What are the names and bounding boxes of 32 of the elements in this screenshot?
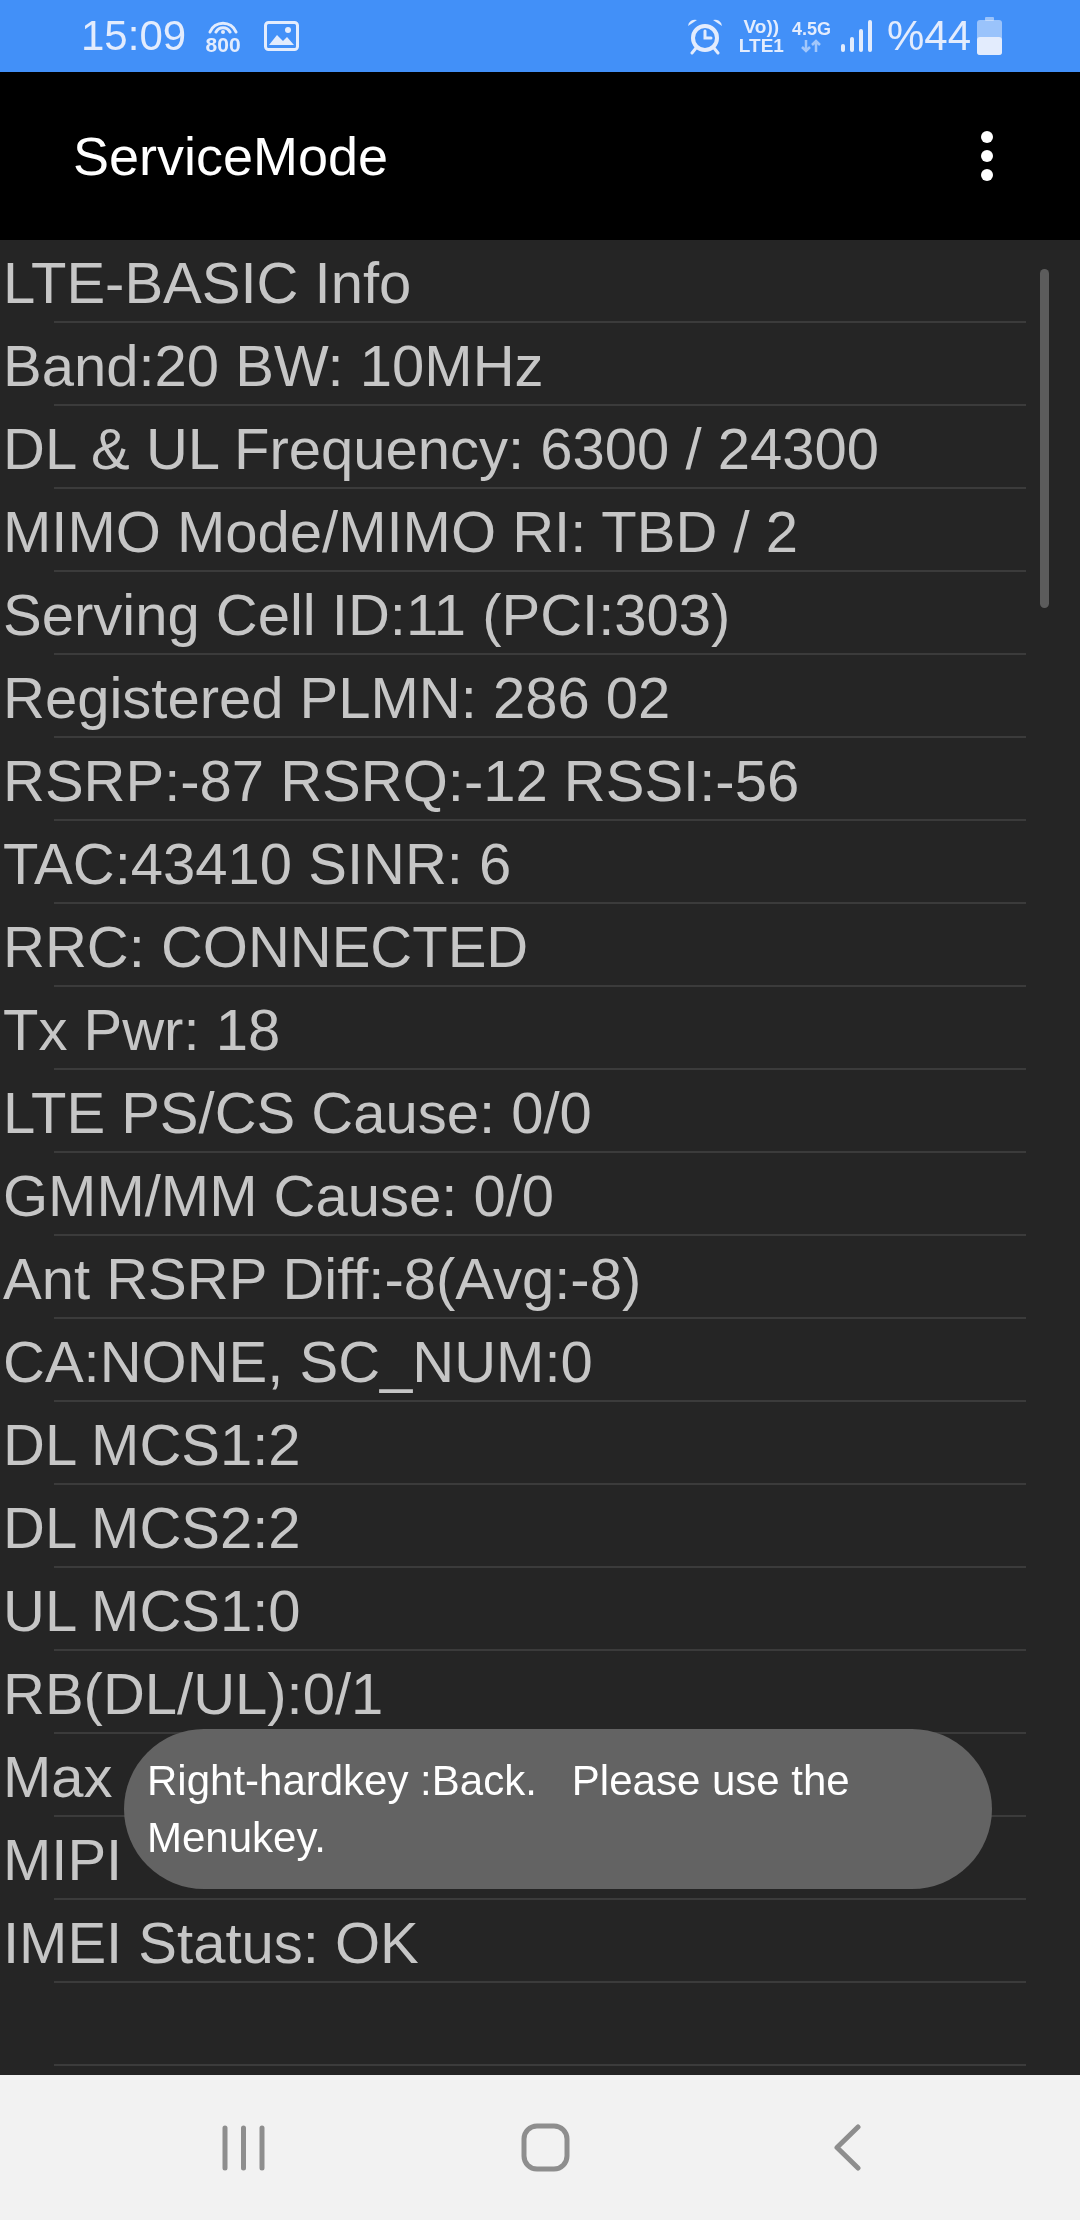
battery-icon bbox=[977, 17, 1002, 55]
info-text: RRC: CONNECTED bbox=[3, 917, 529, 976]
info-text: TAC:43410 SINR: 6 bbox=[3, 834, 512, 893]
info-text: Tx Pwr: 18 bbox=[3, 1000, 281, 1059]
info-text: MIMO Mode/MIMO RI: TBD / 2 bbox=[3, 502, 798, 561]
toast-message: Right-hardkey :Back. Please use the Menukey. bbox=[124, 1729, 992, 1889]
signal-bars-icon bbox=[839, 20, 873, 52]
info-text: LTE PS/CS Cause: 0/0 bbox=[3, 1083, 592, 1142]
info-text: UL MCS1:0 bbox=[3, 1581, 301, 1640]
info-text: MIPI bbox=[3, 1830, 123, 1889]
info-text: DL MCS2:2 bbox=[3, 1498, 301, 1557]
volte-label: Vo)) bbox=[743, 17, 780, 36]
battery-percent: %44 bbox=[886, 15, 971, 57]
more-options-icon[interactable] bbox=[980, 130, 994, 182]
volte-line-label: LTE1 bbox=[738, 36, 784, 55]
clock-time: 15:09 bbox=[81, 15, 187, 57]
band-label: 800 bbox=[205, 33, 241, 55]
info-text: RSRP:-87 RSRQ:-12 RSSI:-56 bbox=[3, 751, 800, 810]
info-text: LTE-BASIC Info bbox=[3, 253, 412, 312]
alarm-clock-icon bbox=[685, 17, 724, 55]
info-text: DL MCS1:2 bbox=[3, 1415, 301, 1474]
info-text: IMEI Status: OK bbox=[3, 1913, 419, 1972]
info-text: Band:20 BW: 10MHz bbox=[3, 336, 544, 395]
network-type-label: 4.5G bbox=[791, 19, 831, 39]
info-text: GMM/MM Cause: 0/0 bbox=[3, 1166, 555, 1225]
app-title: ServiceMode bbox=[73, 129, 389, 183]
image-icon bbox=[264, 21, 300, 51]
info-text: Max bbox=[3, 1747, 113, 1806]
back-icon[interactable] bbox=[832, 2124, 862, 2171]
home-icon[interactable] bbox=[520, 2123, 570, 2172]
recent-apps-icon[interactable] bbox=[221, 2124, 265, 2171]
info-text: CA:NONE, SC_NUM:0 bbox=[3, 1332, 593, 1391]
